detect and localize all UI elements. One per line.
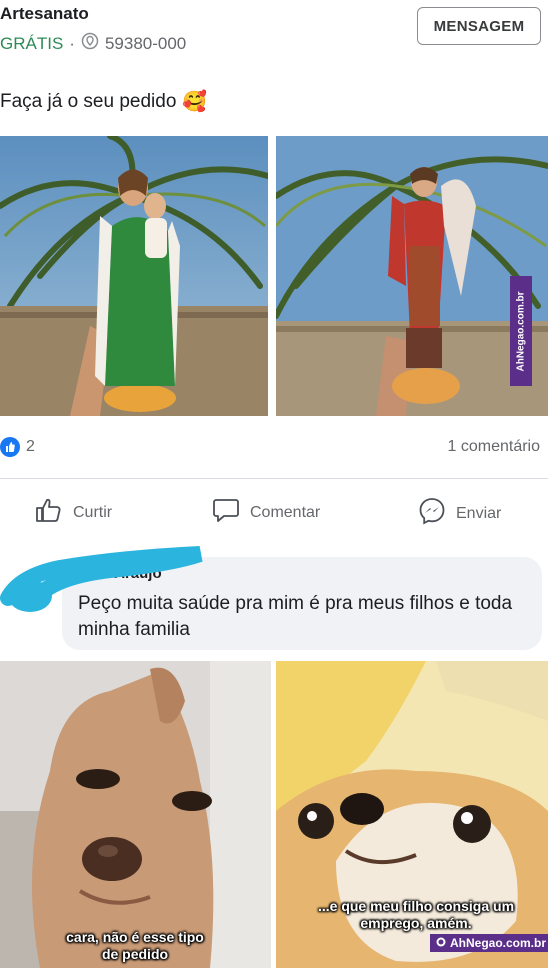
- statue-photo-joseph[interactable]: [0, 136, 268, 416]
- like-reaction-icon: [0, 437, 20, 457]
- meme-panel-chihuahua: cara, não é esse tipo de pedido: [0, 661, 271, 968]
- statue-photo-joseph-image: [0, 136, 268, 416]
- thumbs-up-icon: [35, 497, 63, 528]
- location-zip: 59380-000: [104, 33, 187, 53]
- comment-label: Comentar: [250, 503, 321, 521]
- reaction-count: 2: [26, 438, 35, 455]
- divider: [0, 478, 548, 479]
- watermark-logo-icon: [436, 936, 446, 950]
- location-pin-icon: [81, 32, 99, 55]
- message-button[interactable]: MENSAGEM: [417, 7, 541, 45]
- messenger-icon: [418, 497, 446, 530]
- watermark-vertical: AhNegao.com.br: [510, 276, 532, 386]
- chihuahua-image: [0, 661, 271, 968]
- listing-subtitle: GRÁTIS · 59380-000: [0, 32, 186, 55]
- meme-left-caption: cara, não é esse tipo de pedido: [66, 929, 204, 962]
- post-text-label: Faça já o seu pedido: [0, 90, 177, 112]
- like-label: Curtir: [73, 503, 113, 521]
- redaction-scribble: [0, 546, 203, 612]
- post-text: Faça já o seu pedido 🥰: [0, 89, 207, 114]
- watermark-bottom-text: AhNegao.com.br: [450, 936, 547, 950]
- meme-right-caption: ...e que meu filho consiga um emprego, a…: [317, 898, 515, 931]
- separator: ·: [69, 33, 75, 53]
- send-label: Enviar: [456, 504, 502, 522]
- price-label: GRÁTIS: [0, 33, 64, 53]
- like-button[interactable]: Curtir: [35, 497, 112, 528]
- speech-bubble-icon: [212, 497, 240, 528]
- meme-panel-doge: ...e que meu filho consiga um emprego, a…: [276, 661, 548, 968]
- send-button[interactable]: Enviar: [418, 497, 501, 530]
- statue-photo-saint-image: [276, 136, 548, 416]
- smiling-hearts-emoji-icon: 🥰: [182, 91, 208, 113]
- watermark-bottom: AhNegao.com.br: [430, 934, 548, 952]
- comments-count-link[interactable]: 1 comentário: [448, 438, 541, 456]
- statue-photo-saint[interactable]: AhNegao.com.br: [276, 136, 548, 416]
- watermark-vertical-text: AhNegao.com.br: [515, 290, 527, 372]
- listing-title: Artesanato: [0, 4, 89, 23]
- comment-button[interactable]: Comentar: [212, 497, 320, 528]
- reaction-summary[interactable]: 2: [0, 437, 35, 457]
